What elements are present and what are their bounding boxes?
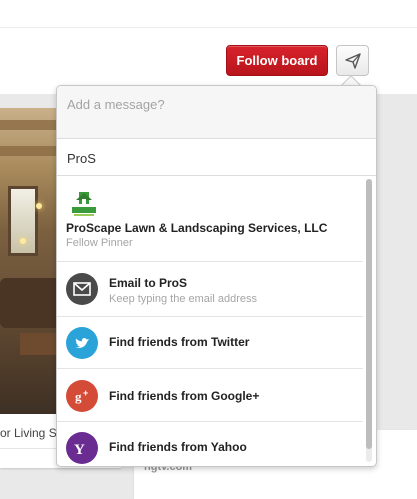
twitter-label: Find friends from Twitter — [109, 335, 250, 349]
send-pin-popup: Add a message? ProS ProScape Lawn & Land… — [56, 85, 377, 467]
email-hint: Keep typing the email address — [109, 293, 257, 305]
scrollbar-thumb[interactable] — [366, 179, 372, 449]
yahoo-label: Find friends from Yahoo — [109, 440, 247, 454]
chandelier-light — [36, 203, 42, 209]
google-plus-icon: g + — [66, 380, 98, 412]
result-yahoo[interactable]: Y Find friends from Yahoo — [57, 422, 363, 466]
result-email[interactable]: Email to ProS Keep typing the email addr… — [57, 262, 363, 317]
header-divider — [0, 27, 417, 28]
email-title: Email to ProS — [109, 276, 188, 290]
svg-text:g: g — [75, 389, 82, 404]
recipient-search-value: ProS — [67, 151, 96, 166]
arched-window — [8, 186, 38, 256]
yahoo-icon: Y — [66, 432, 98, 464]
message-placeholder: Add a message? — [67, 97, 165, 112]
recipient-search-input[interactable]: ProS — [57, 139, 376, 176]
send-board-button[interactable] — [336, 45, 369, 76]
result-fellow-pinner[interactable]: ProScape Lawn & Landscaping Services, LL… — [57, 176, 363, 262]
pinner-role: Fellow Pinner — [66, 237, 133, 249]
twitter-bird-icon — [66, 327, 98, 359]
pinner-name: ProScape Lawn & Landscaping Services, LL… — [66, 221, 328, 235]
envelope-icon — [66, 273, 98, 305]
paper-plane-icon — [345, 53, 361, 69]
recipient-results-list: ProScape Lawn & Landscaping Services, LL… — [57, 176, 376, 466]
message-input[interactable]: Add a message? — [57, 86, 376, 139]
results-scrollbar[interactable] — [366, 179, 372, 462]
svg-text:Y: Y — [74, 442, 85, 458]
google-plus-label: Find friends from Google+ — [109, 389, 260, 403]
result-google-plus[interactable]: g + Find friends from Google+ — [57, 369, 363, 422]
lamp-light — [20, 238, 26, 244]
result-twitter[interactable]: Find friends from Twitter — [57, 317, 363, 369]
svg-text:+: + — [83, 388, 88, 398]
follow-board-button[interactable]: Follow board — [226, 45, 328, 76]
proscape-logo-icon — [72, 192, 96, 216]
